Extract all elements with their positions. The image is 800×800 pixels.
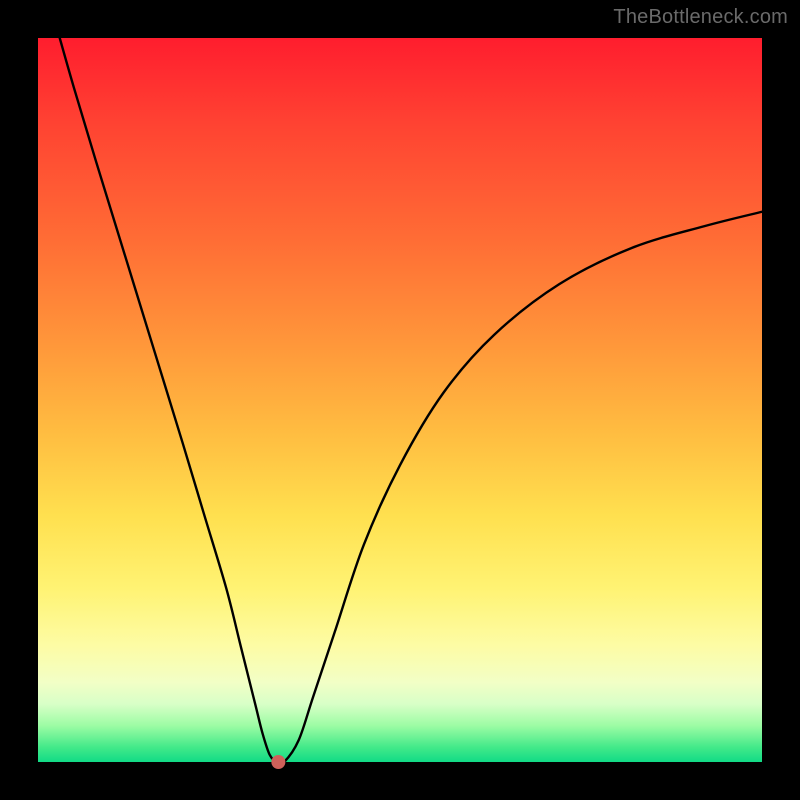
chart-frame: TheBottleneck.com <box>0 0 800 800</box>
minimum-marker <box>271 755 285 769</box>
curve-path <box>60 38 762 764</box>
bottleneck-curve <box>38 38 762 762</box>
watermark-text: TheBottleneck.com <box>613 6 788 29</box>
plot-area <box>38 38 762 762</box>
